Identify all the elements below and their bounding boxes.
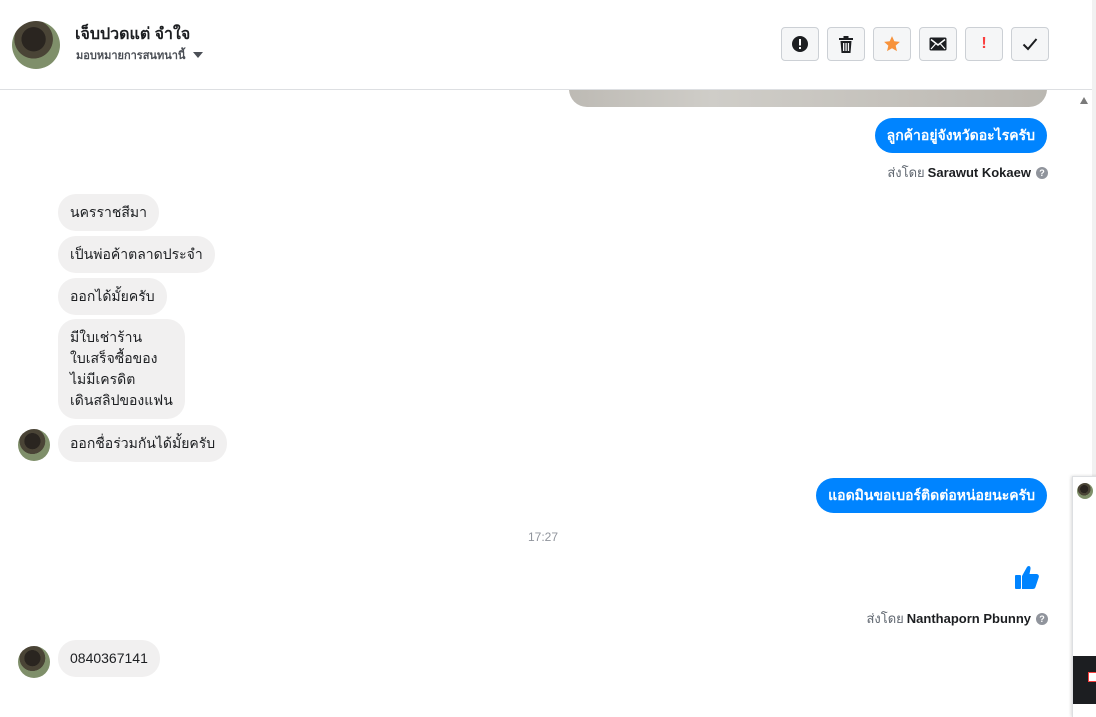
done-button[interactable] bbox=[1011, 27, 1049, 61]
outgoing-message[interactable]: แอดมินขอเบอร์ติดต่อหน่อยนะครับ bbox=[816, 478, 1047, 513]
star-icon bbox=[884, 36, 900, 52]
star-button[interactable] bbox=[873, 27, 911, 61]
priority-button[interactable]: ! bbox=[965, 27, 1003, 61]
side-panel-avatar[interactable] bbox=[1077, 483, 1093, 499]
sent-by-label: ส่งโดย Sarawut Kokaew ? bbox=[887, 162, 1048, 183]
message-line: เดินสลิปของแฟน bbox=[70, 392, 173, 408]
sender-name: Nanthaporn Pbunny bbox=[906, 611, 1031, 626]
message-line: มีใบเช่าร้าน bbox=[70, 329, 143, 345]
incoming-message[interactable]: ออกได้มั้ยครับ bbox=[58, 278, 167, 315]
contact-avatar[interactable] bbox=[12, 21, 60, 69]
help-icon[interactable]: ? bbox=[1036, 166, 1048, 179]
calendar-icon bbox=[1088, 672, 1096, 682]
sent-by-prefix: ส่งโดย bbox=[866, 611, 904, 626]
side-panel-footer[interactable] bbox=[1073, 656, 1096, 704]
outgoing-message[interactable]: ลูกค้าอยู่จังหวัดอะไรครับ bbox=[874, 118, 1047, 153]
mark-unread-button[interactable] bbox=[919, 27, 957, 61]
incoming-message[interactable]: 0840367141 bbox=[58, 640, 160, 677]
sent-by-prefix: ส่งโดย bbox=[887, 165, 925, 180]
image-attachment[interactable] bbox=[569, 90, 1047, 107]
delete-button[interactable] bbox=[827, 27, 865, 61]
message-line: ใบเสร็จซื้อของ bbox=[70, 350, 158, 366]
exclamation-circle-icon bbox=[792, 36, 808, 52]
incoming-message[interactable]: ออกชื่อร่วมกันได้มั้ยครับ bbox=[58, 425, 228, 462]
incoming-message-multiline[interactable]: มีใบเช่าร้าน ใบเสร็จซื้อของ ไม่มีเครดิต … bbox=[58, 319, 185, 419]
message-line: ไม่มีเครดิต bbox=[70, 371, 136, 387]
conversation-header: เจ็บปวดแต่ จำใจ มอบหมายการสนทนานี้ ! bbox=[0, 0, 1092, 90]
help-icon[interactable]: ? bbox=[1036, 612, 1048, 625]
trash-icon bbox=[839, 35, 853, 53]
message-timestamp: 17:27 bbox=[527, 530, 559, 544]
assign-conversation-label: มอบหมายการสนทนานี้ bbox=[76, 50, 186, 62]
caret-down-icon bbox=[193, 52, 204, 58]
contact-avatar-small bbox=[18, 646, 50, 678]
contact-name[interactable]: เจ็บปวดแต่ จำใจ bbox=[75, 22, 190, 47]
conversation-toolbar: ! bbox=[781, 27, 1049, 61]
envelope-icon bbox=[929, 37, 947, 51]
contact-avatar-small bbox=[18, 429, 50, 461]
exclamation-icon: ! bbox=[981, 35, 987, 52]
assign-conversation-dropdown[interactable]: มอบหมายการสนทนานี้ bbox=[76, 46, 204, 64]
spam-button[interactable] bbox=[781, 27, 819, 61]
incoming-message[interactable]: นครราชสีมา bbox=[58, 194, 159, 231]
scroll-up-arrow-icon[interactable] bbox=[1080, 97, 1088, 104]
check-icon bbox=[1022, 38, 1038, 51]
sent-by-label: ส่งโดย Nanthaporn Pbunny ? bbox=[866, 608, 1048, 629]
message-thread[interactable]: ลูกค้าอยู่จังหวัดอะไรครับ ส่งโดย Sarawut… bbox=[0, 90, 1092, 704]
thumbs-up-icon[interactable] bbox=[1014, 564, 1040, 590]
sender-name: Sarawut Kokaew bbox=[927, 165, 1031, 180]
incoming-message[interactable]: เป็นพ่อค้าตลาดประจำ bbox=[58, 236, 215, 273]
